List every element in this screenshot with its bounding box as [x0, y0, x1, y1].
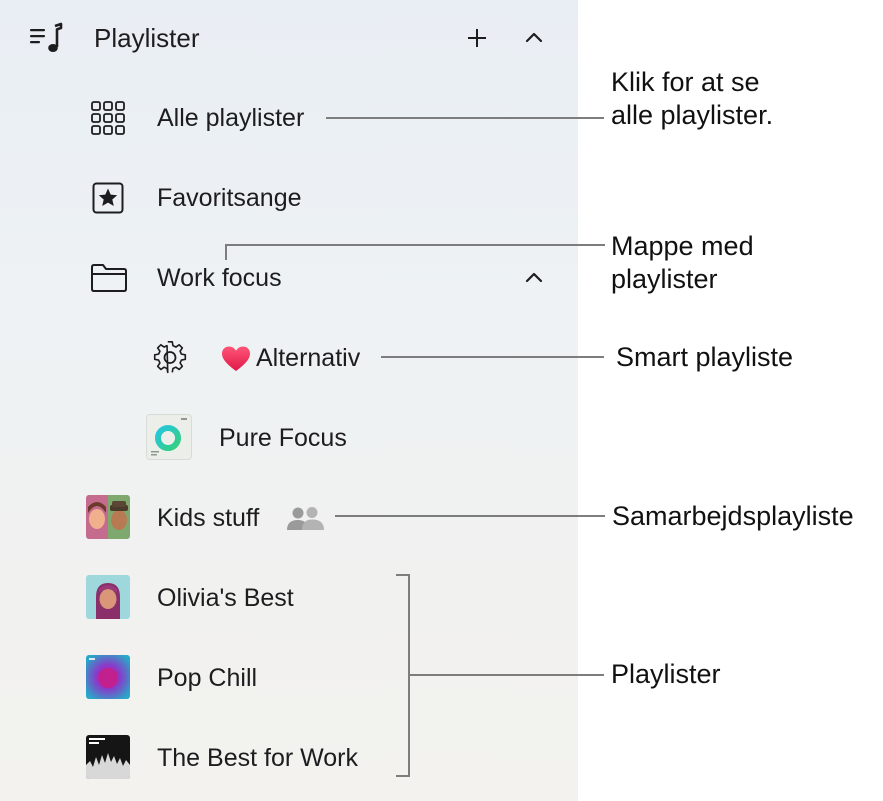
callout-bracket-top [396, 574, 409, 576]
sidebar-item-label: Work focus [157, 264, 282, 292]
sidebar-item-label: Kids stuff [157, 504, 260, 532]
callout-playlists: Playlister [611, 659, 721, 689]
sidebar-item-label: Pop Chill [157, 664, 258, 692]
callout-line-collab [335, 515, 605, 517]
pop-chill-artwork [86, 655, 130, 699]
sidebar-item-label: Pure Focus [219, 424, 347, 452]
callout-line-folder-tick [225, 244, 227, 260]
sidebar-item-label: The Best for Work [157, 744, 358, 772]
callout-line-all-playlists [326, 117, 604, 119]
star-square-icon [92, 182, 124, 219]
callout-line-playlists [409, 674, 604, 676]
callout-folder: Mappe med playlister [611, 231, 754, 294]
best-for-work-artwork [86, 735, 130, 779]
gear-icon [152, 340, 188, 381]
callout-collaborative-playlist: Samarbejdsplayliste [612, 501, 854, 531]
add-playlist-button[interactable] [462, 23, 492, 53]
plus-icon [468, 29, 486, 47]
callout-line-folder [225, 244, 605, 246]
callout-line-smart [381, 356, 604, 358]
sidebar-item-label: Alle playlister [157, 104, 305, 132]
folder-icon [90, 262, 128, 299]
collapse-playlists-button[interactable] [519, 23, 549, 53]
playlist-music-icon [28, 22, 64, 56]
kids-artwork [86, 495, 130, 539]
callout-smart-playlist: Smart playliste [616, 342, 794, 372]
heart-icon [221, 345, 251, 378]
sidebar-item-label: Alternativ [256, 344, 361, 372]
sidebar-title: Playlister [94, 23, 200, 53]
pure-focus-artwork [147, 415, 191, 459]
folder-collapse-button[interactable] [519, 263, 549, 293]
sidebar-item-label: Olivia's Best [157, 584, 294, 612]
chevron-up-icon [525, 272, 543, 283]
olivia-artwork [86, 575, 130, 619]
callout-bracket-bottom [396, 775, 409, 777]
callout-all-playlists: Klik for at se alle playlister. [611, 67, 774, 130]
grid-icon [90, 100, 126, 141]
people-icon [286, 505, 326, 536]
sidebar-item-label: Favoritsange [157, 184, 302, 212]
chevron-up-icon [525, 32, 543, 43]
playlists-sidebar: Playlister Alle playlister Favoritsange … [0, 0, 578, 801]
